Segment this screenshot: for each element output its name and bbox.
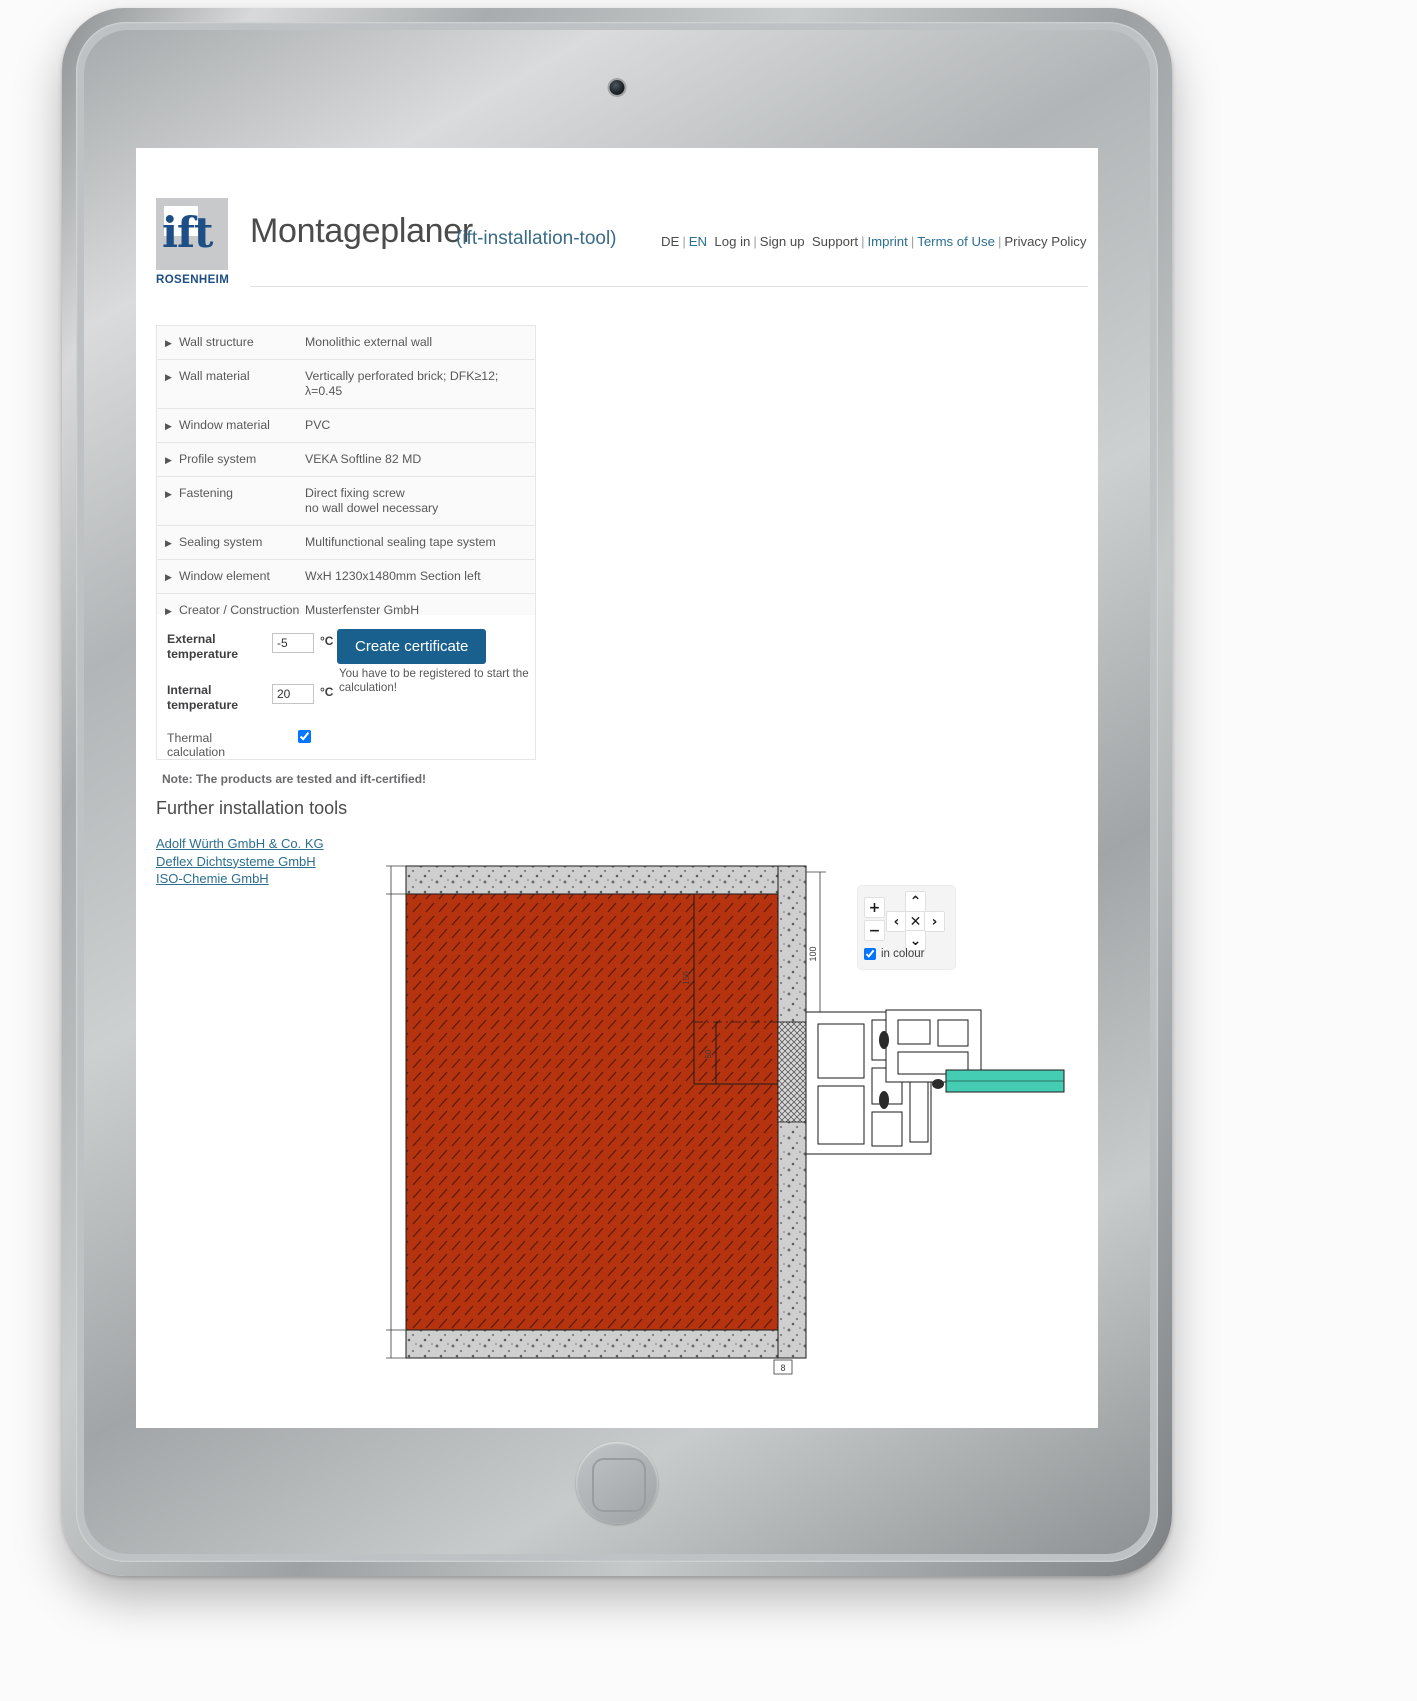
temperature-panel: External temperature °C Internal tempera… (156, 615, 536, 760)
triangle-right-icon[interactable]: ▶ (165, 535, 179, 550)
nav-lang-en[interactable]: EN (689, 234, 707, 249)
internal-temperature-unit: °C (320, 685, 334, 699)
spec-row-value: VEKA Softline 82 MD (305, 452, 422, 466)
nav-lang-de[interactable]: DE (661, 234, 679, 249)
internal-temperature-input[interactable] (272, 684, 314, 704)
in-colour-toggle[interactable]: in colour (864, 948, 924, 960)
create-certificate-button[interactable]: Create certificate (337, 629, 487, 664)
nav-imprint[interactable]: Imprint (868, 234, 908, 249)
nav-signup[interactable]: Sign up (760, 234, 805, 249)
table-row[interactable]: ▶ Fastening Direct fixing screw no wall dow… (157, 477, 535, 526)
spec-row-value: Multifunctional sealing tape system (305, 535, 496, 549)
table-row[interactable]: ▶ Wall material Vertically perforated bric… (157, 360, 535, 409)
spec-row-label: Window material (179, 418, 270, 432)
table-row[interactable]: ▶ Wall structure Monolithic external wall (157, 326, 535, 360)
registration-note: You have to be registered to start the c… (339, 667, 529, 694)
triangle-right-icon[interactable]: ▶ (165, 486, 179, 501)
tablet-device-frame: ift ROSENHEIM Montageplaner (ift-install… (62, 8, 1172, 1576)
nav-support[interactable]: Support (812, 234, 858, 249)
nav-separator: | (861, 234, 865, 249)
logo-subtitle: ROSENHEIM (156, 274, 230, 286)
further-tool-link[interactable]: Adolf Würth GmbH & Co. KG (156, 835, 324, 853)
front-camera-icon (609, 80, 625, 95)
header-divider (250, 286, 1088, 287)
top-navigation: DE | EN Log in | Sign up Support | Imprint | Ter… (661, 234, 1086, 249)
site-header: ift ROSENHEIM Montageplaner (ift-install… (156, 198, 1088, 294)
internal-temperature-label: Internal temperature (167, 683, 239, 712)
logo-wordmark: ift (162, 208, 213, 257)
ift-certified-note: Note: The products are tested and ift-ce… (162, 772, 427, 786)
table-row[interactable]: ▶ Window element WxH 1230x1480mm Section l… (157, 560, 535, 594)
spec-row-label: Profile system (179, 452, 257, 466)
cross-section-drawing: 20 350 20 100 150 50 (386, 865, 1065, 1375)
nav-separator: | (910, 234, 915, 249)
nav-separator: | (753, 234, 757, 249)
web-page: ift ROSENHEIM Montageplaner (ift-install… (136, 148, 1098, 1428)
table-row[interactable]: ▶ Window material PVC (157, 409, 535, 443)
nav-terms-of-use[interactable]: Terms of Use (917, 234, 995, 249)
pan-left-button[interactable]: ‹ (886, 911, 907, 932)
in-colour-checkbox[interactable] (864, 948, 876, 960)
technical-drawing[interactable]: 20 350 20 100 150 50 (386, 862, 1086, 1392)
page-subtitle: (ift-installation-tool) (456, 228, 617, 249)
ift-logo[interactable]: ift (156, 198, 228, 270)
spec-row-label: Wall material (179, 369, 250, 383)
triangle-right-icon[interactable]: ▶ (165, 335, 179, 350)
drawing-viewer-controls: + − ⌃ ‹ ✕ › ⌄ in colour (858, 886, 955, 969)
further-tools-heading: Further installation tools (156, 798, 348, 818)
spec-row-value: WxH 1230x1480mm Section left (305, 569, 481, 583)
nav-separator: | (997, 234, 1002, 249)
dim-upper-offset: 150 (682, 971, 691, 985)
spec-row-value: PVC (305, 418, 331, 432)
spec-row-value: Monolithic external wall (305, 335, 433, 349)
dim-joint-width: 8 (780, 1363, 785, 1373)
triangle-right-icon[interactable]: ▶ (165, 369, 179, 384)
thermal-calculation-checkbox[interactable] (298, 730, 311, 743)
pan-right-button[interactable]: › (924, 911, 945, 932)
triangle-right-icon[interactable]: ▶ (165, 418, 179, 433)
tablet-screen: ift ROSENHEIM Montageplaner (ift-install… (136, 148, 1098, 1428)
page-title: Montageplaner (250, 212, 473, 250)
further-tool-link[interactable]: ISO-Chemie GmbH (156, 870, 324, 888)
external-temperature-label: External temperature (167, 632, 239, 661)
spec-row-label: Sealing system (179, 535, 263, 549)
zoom-out-button[interactable]: − (864, 920, 885, 941)
pan-up-button[interactable]: ⌃ (905, 891, 926, 912)
triangle-right-icon[interactable]: ▶ (165, 569, 179, 584)
dim-lower-offset: 50 (704, 1049, 713, 1058)
external-temperature-unit: °C (320, 634, 334, 648)
spec-row-label: Window element (179, 569, 270, 583)
home-button[interactable] (576, 1442, 658, 1524)
further-tools-link-list: Adolf Würth GmbH & Co. KG Deflex Dichtsys… (156, 835, 324, 888)
zoom-in-button[interactable]: + (864, 897, 885, 918)
spec-row-value: Direct fixing screw no wall dowel necessa… (305, 486, 439, 515)
table-row[interactable]: ▶ Profile system VEKA Softline 82 MD (157, 443, 535, 477)
thermal-calculation-label: Thermal calculation (167, 731, 226, 759)
spec-row-label: Fastening (179, 486, 234, 500)
table-row[interactable]: ▶ Sealing system Multifunctional sealing t… (157, 526, 535, 560)
further-tool-link[interactable]: Deflex Dichtsysteme GmbH (156, 853, 324, 871)
nav-privacy-policy[interactable]: Privacy Policy (1004, 234, 1086, 249)
external-temperature-input[interactable] (272, 633, 314, 653)
reset-view-button[interactable]: ✕ (905, 911, 926, 932)
spec-row-value: Vertically perforated brick; DFK≥12; λ=0.… (305, 369, 499, 398)
dim-reveal-depth: 100 (808, 946, 818, 961)
nav-login[interactable]: Log in (714, 234, 750, 249)
spec-row-label: Wall structure (179, 335, 254, 349)
specification-table: ▶ Wall structure Monolithic external wall ▶… (156, 325, 536, 643)
triangle-right-icon[interactable]: ▶ (165, 452, 179, 467)
nav-separator: | (682, 234, 686, 249)
in-colour-label: in colour (881, 948, 925, 960)
